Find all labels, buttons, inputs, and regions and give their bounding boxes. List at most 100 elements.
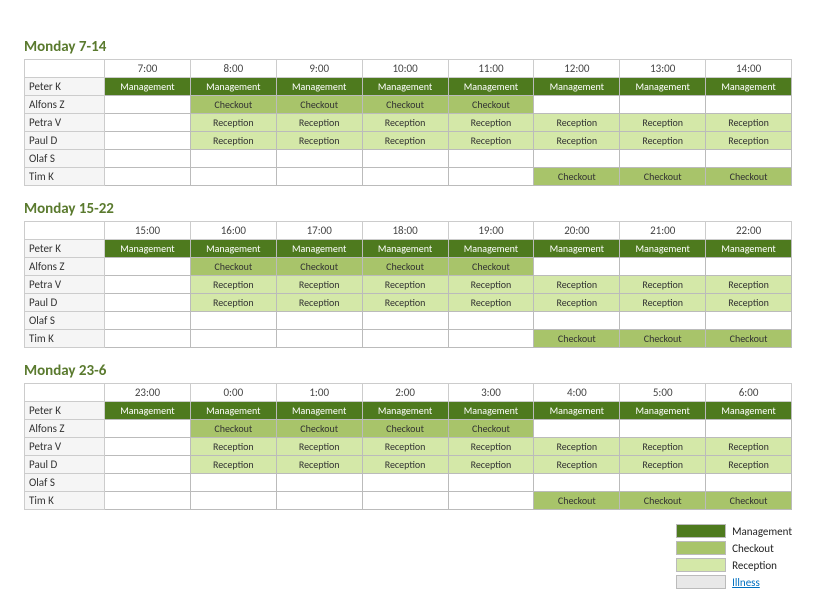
col-header-hour-3: 2:00 [362,384,448,402]
schedule-table-section1: 7:008:009:0010:0011:0012:0013:0014:00Pet… [24,59,792,186]
col-header-hour-3: 18:00 [362,222,448,240]
employee-name: Alfons Z [25,96,105,114]
schedule-cell [105,330,191,348]
schedule-cell [362,474,448,492]
schedule-cell [190,168,276,186]
schedule-cell: Checkout [276,258,362,276]
schedule-cell [362,492,448,510]
schedule-cell [105,168,191,186]
schedule-cell: Reception [276,438,362,456]
schedule-cell: Checkout [620,492,706,510]
schedule-cell [534,258,620,276]
employee-name: Alfons Z [25,258,105,276]
schedule-cell [534,420,620,438]
schedule-cell: Checkout [362,258,448,276]
schedule-cell: Management [276,78,362,96]
col-header-hour-1: 0:00 [190,384,276,402]
schedule-cell: Management [362,78,448,96]
schedule-cell: Management [706,78,792,96]
schedule-cell: Checkout [448,420,534,438]
legend-label-checkout: Checkout [732,542,774,555]
schedule-cell: Checkout [190,258,276,276]
schedule-cell [620,474,706,492]
schedule-cell: Checkout [620,168,706,186]
schedule-cell: Reception [534,114,620,132]
table-row: Olaf S [25,312,792,330]
legend-label-reception: Reception [732,559,777,572]
schedule-cell [620,258,706,276]
table-row: Alfons ZCheckoutCheckoutCheckoutCheckout [25,420,792,438]
schedule-cell [448,330,534,348]
table-row: Petra VReceptionReceptionReceptionRecept… [25,438,792,456]
schedule-cell [105,150,191,168]
employee-name: Peter K [25,78,105,96]
schedule-cell: Checkout [190,420,276,438]
schedule-cell: Reception [190,276,276,294]
schedule-cell [620,420,706,438]
schedule-cell [105,420,191,438]
schedule-cell [105,474,191,492]
schedule-cell [620,312,706,330]
schedule-cell: Reception [706,132,792,150]
schedule-cell: Checkout [620,330,706,348]
schedule-cell: Checkout [706,168,792,186]
schedule-cell: Checkout [362,96,448,114]
schedule-cell: Management [190,78,276,96]
schedule-cell: Management [448,402,534,420]
schedule-cell: Reception [448,438,534,456]
section-title-section2: Monday 15-22 [24,200,792,218]
schedule-cell: Management [276,402,362,420]
schedule-cell [448,474,534,492]
schedule-cell: Management [534,240,620,258]
col-header-hour-0: 7:00 [105,60,191,78]
schedule-cell: Checkout [534,492,620,510]
schedule-cell [362,312,448,330]
legend-area: ManagementCheckoutReceptionIllness [24,524,792,589]
schedule-cell: Reception [620,114,706,132]
schedule-cell: Management [534,78,620,96]
schedule-cell: Management [190,402,276,420]
schedule-cell [706,312,792,330]
schedule-cell [706,474,792,492]
schedule-cell: Checkout [706,492,792,510]
schedule-cell [190,492,276,510]
schedule-cell [190,312,276,330]
employee-name: Paul D [25,294,105,312]
schedule-table-section2: 15:0016:0017:0018:0019:0020:0021:0022:00… [24,221,792,348]
legend-color-illness [676,575,726,589]
table-row: Paul DReceptionReceptionReceptionRecepti… [25,456,792,474]
col-header-hour-7: 6:00 [706,384,792,402]
schedule-cell: Reception [620,132,706,150]
schedule-cell: Reception [706,438,792,456]
schedule-cell [534,96,620,114]
schedule-cell [276,168,362,186]
section-title-section1: Monday 7-14 [24,38,792,56]
table-row: Paul DReceptionReceptionReceptionRecepti… [25,132,792,150]
schedule-cell [448,168,534,186]
table-row: Petra VReceptionReceptionReceptionRecept… [25,276,792,294]
schedule-cell: Reception [706,294,792,312]
schedule-cell: Checkout [190,96,276,114]
table-row: Peter KManagementManagementManagementMan… [25,402,792,420]
schedule-cell [105,456,191,474]
schedule-cell [105,294,191,312]
employee-name: Paul D [25,456,105,474]
employee-name: Tim K [25,492,105,510]
legend: ManagementCheckoutReceptionIllness [676,524,792,589]
schedule-cell: Checkout [448,96,534,114]
schedule-cell: Reception [362,456,448,474]
employee-name: Alfons Z [25,420,105,438]
table-row: Peter KManagementManagementManagementMan… [25,240,792,258]
col-header-hour-5: 20:00 [534,222,620,240]
schedule-cell [105,438,191,456]
col-header-hour-7: 14:00 [706,60,792,78]
employee-name: Petra V [25,114,105,132]
col-header-hour-5: 4:00 [534,384,620,402]
schedule-table-section3: 23:000:001:002:003:004:005:006:00Peter K… [24,383,792,510]
schedule-cell: Reception [534,132,620,150]
schedule-cell: Management [276,240,362,258]
schedule-cell [190,474,276,492]
col-header-hour-0: 15:00 [105,222,191,240]
schedule-cell: Reception [706,456,792,474]
schedule-cell: Management [448,78,534,96]
